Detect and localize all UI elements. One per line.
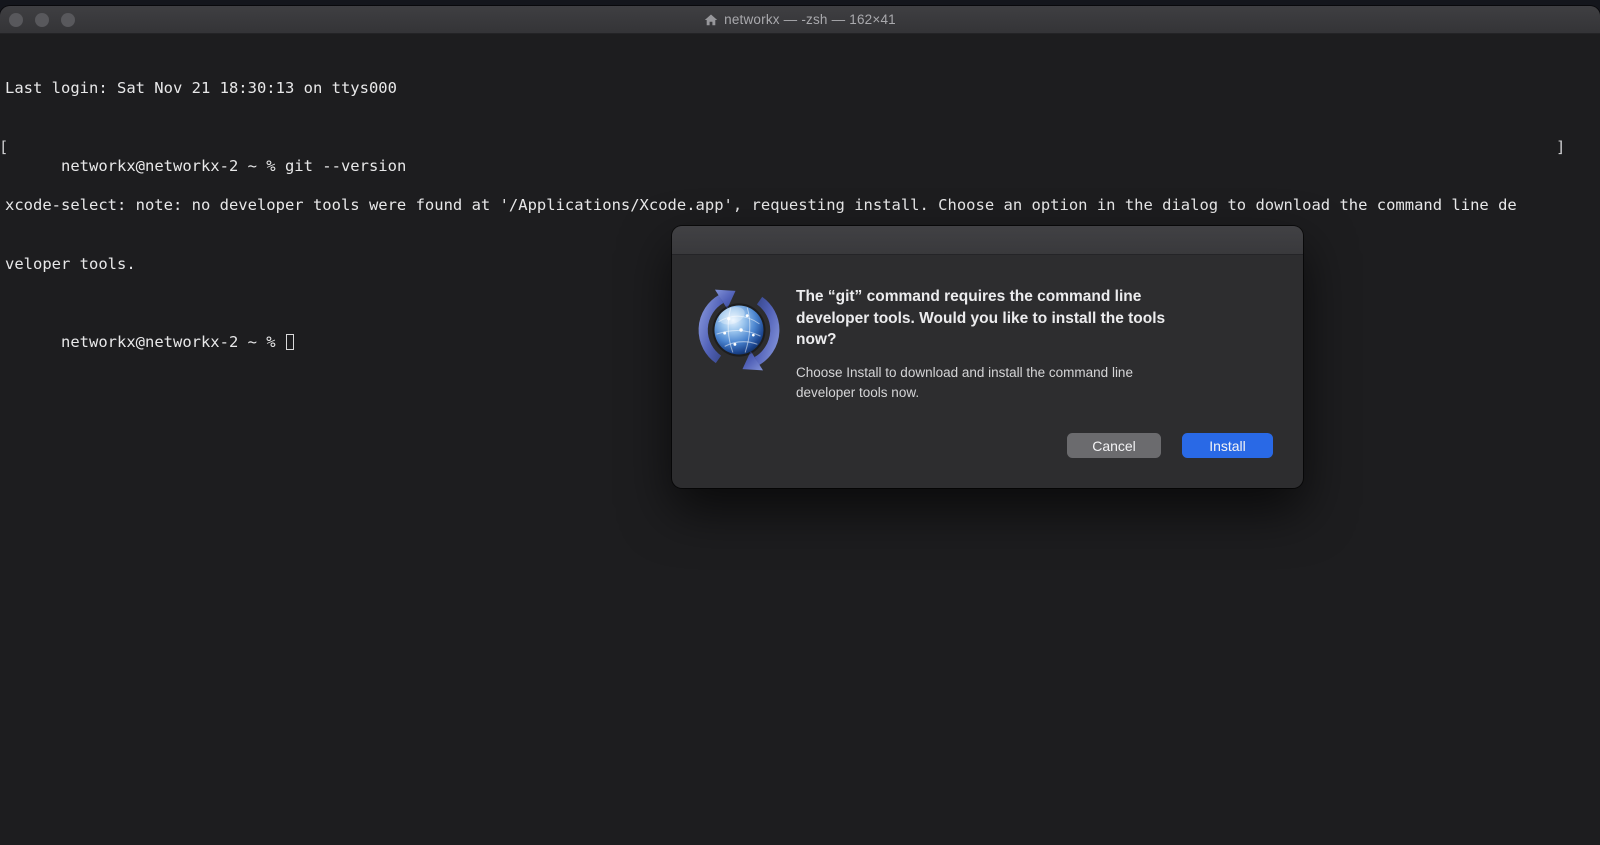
terminal-line-xcode-select: xcode-select: note: no developer tools w… [0,196,1600,216]
terminal-cursor [286,334,294,350]
traffic-lights [9,6,75,33]
window-title: networkx — -zsh — 162×41 [704,12,896,27]
window-title-text: networkx — -zsh — 162×41 [724,12,896,27]
cancel-button[interactable]: Cancel [1067,433,1161,458]
install-button[interactable]: Install [1182,433,1273,458]
terminal-prompt-text: networkx@networkx-2 ~ % [61,333,285,351]
zoom-button[interactable] [61,13,75,27]
prompt-mark-open: [ [0,138,8,158]
dialog-message-line: developer tools now. [796,383,1276,403]
dialog-body: The “git” command requires the command l… [672,255,1303,488]
terminal-line-command: [networkx@networkx-2 ~ % git --version ] [0,138,1600,158]
terminal-line-last-login: Last login: Sat Nov 21 18:30:13 on ttys0… [0,79,1600,99]
dialog-title: The “git” command requires the command l… [796,286,1276,351]
dialog-title-line: developer tools. Would you like to insta… [796,308,1276,330]
developer-tools-install-dialog: The “git” command requires the command l… [672,226,1303,488]
terminal-command-text: networkx@networkx-2 ~ % git --version [61,157,406,175]
dialog-titlebar[interactable] [672,226,1303,255]
terminal-titlebar[interactable]: networkx — -zsh — 162×41 [0,6,1600,34]
dialog-buttons: Cancel Install [1067,433,1273,458]
software-update-icon [694,285,784,375]
prompt-mark-close: ] [1556,138,1565,158]
dialog-message-line: Choose Install to download and install t… [796,363,1276,383]
dialog-title-line: now? [796,329,1276,351]
close-button[interactable] [9,13,23,27]
home-icon[interactable] [704,13,718,27]
dialog-message: Choose Install to download and install t… [796,363,1276,403]
minimize-button[interactable] [35,13,49,27]
dialog-title-line: The “git” command requires the command l… [796,286,1276,308]
